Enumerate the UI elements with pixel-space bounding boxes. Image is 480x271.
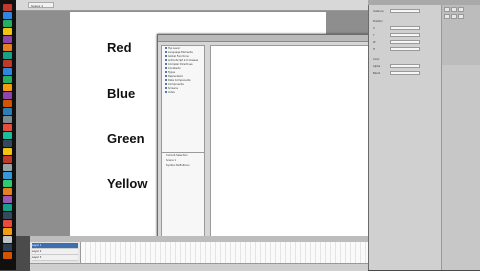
actions-panel: Top Level Language Elements Global Funct…	[157, 34, 373, 262]
navigator-item[interactable]: Current Selection	[166, 154, 188, 157]
dock-app-icon[interactable]	[3, 188, 12, 195]
dock-app-icon[interactable]	[3, 92, 12, 99]
dock-app-icon[interactable]	[3, 228, 12, 235]
layer-row[interactable]: Layer 3	[32, 255, 78, 261]
toolbox-item[interactable]: ActionScript 2.0 Classes	[165, 59, 198, 62]
prop-field[interactable]	[390, 71, 420, 75]
prop-label: Alpha	[373, 65, 381, 68]
dock-app-icon[interactable]	[3, 36, 12, 43]
word-red[interactable]: Red	[107, 40, 132, 55]
dock-app-icon[interactable]	[3, 212, 12, 219]
dock-app-icon[interactable]	[3, 132, 12, 139]
dock-app-icon[interactable]	[3, 196, 12, 203]
toolbox-item[interactable]: Components	[165, 83, 184, 86]
tool-button[interactable]	[458, 14, 464, 19]
toolbox-item[interactable]: Index	[165, 91, 175, 94]
toolbox-item[interactable]: Data Components	[165, 79, 191, 82]
dock-app-icon[interactable]	[3, 236, 12, 243]
actions-panel-titlebar[interactable]	[158, 35, 372, 42]
dock-app-icon[interactable]	[3, 116, 12, 123]
dock-app-icon[interactable]	[3, 124, 12, 131]
dock-app-icon[interactable]	[3, 148, 12, 155]
word-blue[interactable]: Blue	[107, 86, 135, 101]
prop-label: Position	[373, 20, 383, 23]
prop-field[interactable]	[390, 47, 420, 51]
tool-button[interactable]	[444, 7, 450, 12]
dock-app-icon[interactable]	[3, 52, 12, 59]
toolbox-item[interactable]: Deprecated	[165, 75, 183, 78]
document-tab-bar	[16, 0, 368, 11]
toolbox-item[interactable]: Global Functions	[165, 55, 189, 58]
prop-field[interactable]	[390, 9, 420, 13]
toolbox-item[interactable]: Types	[165, 71, 175, 74]
script-editor[interactable]	[210, 45, 369, 243]
dock-app-icon[interactable]	[3, 28, 12, 35]
tool-button[interactable]	[451, 14, 457, 19]
toolbox-item[interactable]: Compiler Directives	[165, 63, 193, 66]
prop-label: Color	[373, 58, 380, 61]
prop-field[interactable]	[390, 40, 420, 44]
dock-app-icon[interactable]	[3, 180, 12, 187]
dock-app-icon[interactable]	[3, 172, 12, 179]
prop-label: X	[373, 27, 375, 30]
tool-button[interactable]	[444, 14, 450, 19]
prop-label: Y	[373, 34, 375, 37]
prop-label: Instance	[373, 10, 384, 13]
script-navigator: Current Selection Scene 1 Symbol Definit…	[161, 152, 205, 244]
dock-app-icon[interactable]	[3, 164, 12, 171]
dock-app-icon[interactable]	[3, 84, 12, 91]
prop-label: H	[373, 48, 375, 51]
word-green[interactable]: Green	[107, 131, 145, 146]
properties-panel	[369, 5, 442, 270]
navigator-item[interactable]: Symbol Definitions	[166, 164, 190, 167]
dock-app-icon[interactable]	[3, 140, 12, 147]
toolbox-item[interactable]: Screens	[165, 87, 178, 90]
dock-app-icon[interactable]	[3, 100, 12, 107]
toolbox-item[interactable]: Top Level	[165, 47, 180, 50]
prop-label: Blend	[373, 72, 381, 75]
dock-app-icon[interactable]	[3, 156, 12, 163]
dock-app-icon[interactable]	[3, 108, 12, 115]
tool-button[interactable]	[458, 7, 464, 12]
prop-label: W	[373, 41, 376, 44]
dock-app-icon[interactable]	[3, 220, 12, 227]
application-dock	[0, 0, 16, 270]
prop-field[interactable]	[390, 26, 420, 30]
prop-field[interactable]	[390, 33, 420, 37]
navigator-item[interactable]: Scene 1	[166, 159, 176, 162]
dock-app-icon[interactable]	[3, 60, 12, 67]
dock-app-icon[interactable]	[3, 20, 12, 27]
word-yellow[interactable]: Yellow	[107, 176, 147, 191]
tools-panel	[442, 5, 480, 65]
dock-app-icon[interactable]	[3, 204, 12, 211]
dock-app-icon[interactable]	[3, 244, 12, 251]
actions-toolbox-tree: Top Level Language Elements Global Funct…	[161, 45, 205, 157]
tool-button[interactable]	[451, 7, 457, 12]
dock-app-icon[interactable]	[3, 68, 12, 75]
dock-app-icon[interactable]	[3, 4, 12, 11]
prop-field[interactable]	[390, 64, 420, 68]
scene-tab[interactable]: Scene 1	[28, 2, 54, 8]
toolbox-item[interactable]: Constants	[165, 67, 181, 70]
dock-app-icon[interactable]	[3, 252, 12, 259]
dock-app-icon[interactable]	[3, 76, 12, 83]
dock-app-icon[interactable]	[3, 44, 12, 51]
dock-app-icon[interactable]	[3, 12, 12, 19]
toolbox-item[interactable]: Language Elements	[165, 51, 193, 54]
